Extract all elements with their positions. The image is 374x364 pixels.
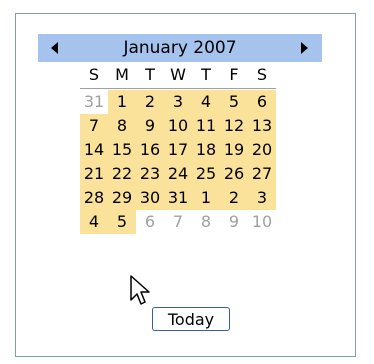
prev-month-button[interactable] [40, 34, 68, 62]
calendar-day[interactable]: 2 [136, 90, 164, 114]
calendar-day[interactable]: 14 [80, 138, 108, 162]
calendar-day[interactable]: 18 [192, 138, 220, 162]
calendar-day[interactable]: 26 [220, 162, 248, 186]
weekday-label: T [201, 65, 211, 84]
calendar-day[interactable]: 4 [80, 210, 108, 234]
calendar-day[interactable]: 22 [108, 162, 136, 186]
calendar-day[interactable]: 10 [164, 114, 192, 138]
mouse-pointer-icon [130, 275, 150, 305]
calendar-day[interactable]: 17 [164, 138, 192, 162]
calendar-day[interactable]: 7 [164, 210, 192, 234]
triangle-left-icon [50, 42, 58, 54]
calendar-day[interactable]: 13 [248, 114, 276, 138]
calendar-day[interactable]: 25 [192, 162, 220, 186]
calendar-day[interactable]: 31 [80, 90, 108, 114]
calendar-day[interactable]: 23 [136, 162, 164, 186]
calendar-day[interactable]: 21 [80, 162, 108, 186]
weekday-label: M [115, 65, 129, 84]
calendar-day[interactable]: 15 [108, 138, 136, 162]
calendar-day[interactable]: 3 [164, 90, 192, 114]
weekday-label: S [256, 65, 268, 84]
calendar-day[interactable]: 9 [220, 210, 248, 234]
calendar-day[interactable]: 30 [136, 186, 164, 210]
calendar-day[interactable]: 11 [192, 114, 220, 138]
calendar-day[interactable]: 10 [248, 210, 276, 234]
today-button[interactable]: Today [152, 307, 230, 331]
calendar-day[interactable]: 27 [248, 162, 276, 186]
calendar-day[interactable]: 16 [136, 138, 164, 162]
calendar-day[interactable]: 9 [136, 114, 164, 138]
calendar-day[interactable]: 19 [220, 138, 248, 162]
calendar-day[interactable]: 28 [80, 186, 108, 210]
calendar-day[interactable]: 31 [164, 186, 192, 210]
calendar-day[interactable]: 24 [164, 162, 192, 186]
calendar-day[interactable]: 3 [248, 186, 276, 210]
calendar-day[interactable]: 2 [220, 186, 248, 210]
calendar-day[interactable]: 6 [248, 90, 276, 114]
calendar-day[interactable]: 12 [220, 114, 248, 138]
weekday-label: S [88, 65, 100, 84]
day-grid: 31 1 2 3 4 5 6 7 8 9 10 11 12 13 14 15 16 17 18 19 20 21 22 23 2… [80, 90, 276, 234]
calendar-day[interactable]: 20 [248, 138, 276, 162]
calendar-day[interactable]: 4 [192, 90, 220, 114]
calendar-day[interactable]: 1 [108, 90, 136, 114]
calendar-day[interactable]: 29 [108, 186, 136, 210]
calendar-day[interactable]: 1 [192, 186, 220, 210]
weekday-label: W [170, 65, 186, 84]
calendar-day[interactable]: 5 [220, 90, 248, 114]
next-month-button[interactable] [290, 34, 318, 62]
calendar-title-bar: January 2007 [38, 34, 322, 62]
calendar-day[interactable]: 6 [136, 210, 164, 234]
weekday-label: F [229, 65, 239, 84]
calendar-day[interactable]: 8 [192, 210, 220, 234]
calendar-day[interactable]: 7 [80, 114, 108, 138]
triangle-right-icon [300, 42, 308, 54]
weekday-label: T [145, 65, 155, 84]
month-title[interactable]: January 2007 [123, 38, 236, 58]
month-calendar: January 2007 SMTWTFS 31 1 2 3 4 5 6 7 8 9 10 11 12 13… [38, 34, 322, 234]
calendar-day[interactable]: 8 [108, 114, 136, 138]
weekday-header-row: SMTWTFS [80, 62, 276, 89]
calendar-day[interactable]: 5 [108, 210, 136, 234]
